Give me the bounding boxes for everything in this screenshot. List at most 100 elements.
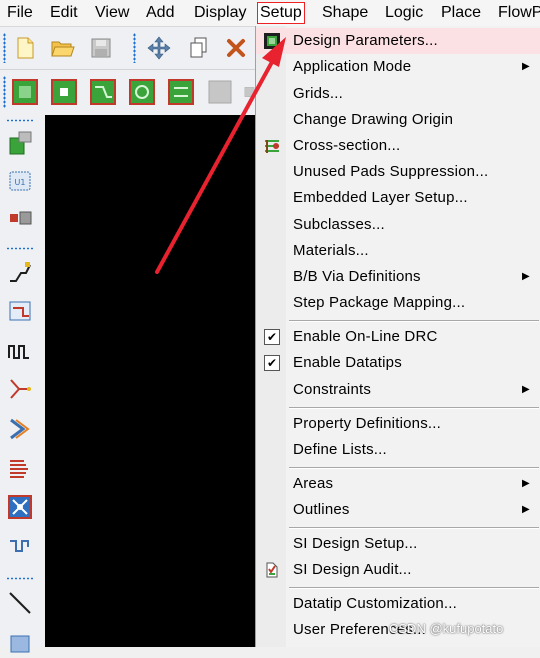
component-library-icon[interactable] — [5, 128, 35, 158]
menu-separator — [289, 527, 539, 529]
menu-item-label: Grids... — [293, 85, 343, 102]
menu-separator — [289, 407, 539, 409]
menu-item-constraints[interactable]: Constraints ▶ — [256, 377, 540, 403]
menu-view[interactable]: View — [93, 3, 131, 23]
slide-icon[interactable] — [5, 296, 35, 326]
submenu-arrow-icon: ▶ — [522, 504, 530, 515]
menu-item-grids[interactable]: Grids... — [256, 81, 540, 107]
add-rectangle-icon[interactable] — [5, 628, 35, 658]
left-toolbar: U1 — [0, 115, 44, 653]
menu-item-subclasses[interactable]: Subclasses... — [256, 212, 540, 238]
checkbox-checked-icon: ✔ — [262, 327, 282, 347]
toolbar-grip[interactable] — [6, 119, 34, 122]
add-connect-icon[interactable] — [5, 257, 35, 287]
toolbar-grip[interactable] — [6, 247, 34, 250]
bus-route-icon[interactable] — [5, 453, 35, 483]
disabled-tool-icon[interactable] — [207, 79, 233, 105]
delay-tune-icon[interactable] — [5, 336, 35, 366]
menu-file[interactable]: File — [5, 3, 35, 23]
menu-item-label: Unused Pads Suppression... — [293, 163, 489, 180]
menu-item-application-mode[interactable]: Application Mode ▶ — [256, 54, 540, 80]
menu-place[interactable]: Place — [439, 3, 483, 23]
place-component-icon[interactable] — [12, 79, 38, 105]
rotate-component-icon[interactable] — [129, 79, 155, 105]
menu-item-design-parameters[interactable]: Design Parameters... — [256, 28, 540, 54]
place-toolbar — [0, 70, 255, 114]
menu-bar: File Edit View Add Display Setup Shape L… — [0, 0, 540, 27]
custom-smooth-icon[interactable] — [5, 414, 35, 444]
submenu-arrow-icon: ▶ — [522, 384, 530, 395]
toolbar-grip[interactable] — [3, 33, 6, 63]
menu-separator — [289, 320, 539, 322]
fanout-icon[interactable] — [5, 374, 35, 404]
menu-item-materials[interactable]: Materials... — [256, 238, 540, 264]
menu-item-label: Materials... — [293, 242, 369, 259]
menu-item-label: Subclasses... — [293, 216, 385, 233]
setup-menu: Design Parameters... Application Mode ▶ … — [255, 26, 540, 647]
toolbar-grip[interactable] — [3, 76, 6, 108]
design-parameters-icon — [262, 31, 282, 51]
new-file-icon[interactable] — [12, 35, 38, 61]
menu-item-label: SI Design Setup... — [293, 535, 418, 552]
menu-item-datatip-customization[interactable]: Datatip Customization... — [256, 591, 540, 617]
copy-icon[interactable] — [186, 35, 212, 61]
menu-item-label: Change Drawing Origin — [293, 111, 454, 128]
menu-setup[interactable]: Setup — [257, 2, 305, 24]
menu-display[interactable]: Display — [192, 3, 248, 23]
menu-item-outlines[interactable]: Outlines ▶ — [256, 497, 540, 523]
menu-separator — [289, 587, 539, 589]
route-connect-icon[interactable] — [90, 79, 116, 105]
menu-item-label: Define Lists... — [293, 441, 387, 458]
menu-item-enable-online-drc[interactable]: ✔ Enable On-Line DRC — [256, 324, 540, 350]
phase-tune-icon[interactable] — [5, 531, 35, 561]
menu-item-label: Step Package Mapping... — [293, 294, 466, 311]
menu-item-label: Cross-section... — [293, 137, 401, 154]
open-folder-icon[interactable] — [50, 35, 76, 61]
menu-item-unused-pads-suppression[interactable]: Unused Pads Suppression... — [256, 159, 540, 185]
menu-logic[interactable]: Logic — [383, 3, 425, 23]
toolbar-grip[interactable] — [133, 33, 136, 63]
menu-item-bb-via-definitions[interactable]: B/B Via Definitions ▶ — [256, 264, 540, 290]
menu-shape[interactable]: Shape — [320, 3, 370, 23]
menu-item-property-definitions[interactable]: Property Definitions... — [256, 411, 540, 437]
menu-item-embedded-layer-setup[interactable]: Embedded Layer Setup... — [256, 185, 540, 211]
cross-section-icon — [262, 136, 282, 156]
place-pin-icon[interactable] — [51, 79, 77, 105]
submenu-arrow-icon: ▶ — [522, 61, 530, 72]
menu-item-label: Embedded Layer Setup... — [293, 189, 468, 206]
watermark: CSDN @kufupotato — [389, 621, 504, 636]
menu-item-step-package-mapping[interactable]: Step Package Mapping... — [256, 290, 540, 316]
auto-route-icon[interactable] — [5, 492, 35, 522]
connector-icon[interactable] — [5, 203, 35, 233]
delete-icon[interactable] — [223, 35, 249, 61]
unit-u1-icon[interactable]: U1 — [5, 166, 35, 196]
menu-item-si-design-setup[interactable]: SI Design Setup... — [256, 531, 540, 557]
toolbar-grip[interactable] — [6, 577, 34, 580]
save-icon[interactable] — [88, 35, 114, 61]
menu-add[interactable]: Add — [144, 3, 176, 23]
design-canvas[interactable] — [45, 115, 260, 647]
submenu-arrow-icon: ▶ — [522, 271, 530, 282]
checkbox-checked-icon: ✔ — [262, 353, 282, 373]
disabled-tool-icon[interactable] — [244, 79, 255, 105]
swap-pins-icon[interactable] — [168, 79, 194, 105]
menu-edit[interactable]: Edit — [48, 3, 80, 23]
menu-item-change-drawing-origin[interactable]: Change Drawing Origin — [256, 107, 540, 133]
menu-item-enable-datatips[interactable]: ✔ Enable Datatips — [256, 350, 540, 376]
menu-flowplan[interactable]: FlowPl — [496, 3, 540, 23]
menu-item-label: SI Design Audit... — [293, 561, 412, 578]
menu-item-areas[interactable]: Areas ▶ — [256, 471, 540, 497]
menu-item-label: Application Mode — [293, 58, 412, 75]
menu-item-label: Outlines — [293, 501, 350, 518]
menu-item-cross-section[interactable]: Cross-section... — [256, 133, 540, 159]
standard-toolbar — [0, 27, 255, 70]
menu-item-define-lists[interactable]: Define Lists... — [256, 437, 540, 463]
menu-item-si-design-audit[interactable]: SI Design Audit... — [256, 557, 540, 583]
menu-separator — [289, 467, 539, 469]
si-audit-icon — [262, 560, 282, 580]
add-line-icon[interactable] — [5, 588, 35, 618]
menu-item-label: Enable On-Line DRC — [293, 328, 438, 345]
menu-item-label: B/B Via Definitions — [293, 268, 421, 285]
menu-item-label: Design Parameters... — [293, 32, 438, 49]
move-icon[interactable] — [146, 35, 172, 61]
